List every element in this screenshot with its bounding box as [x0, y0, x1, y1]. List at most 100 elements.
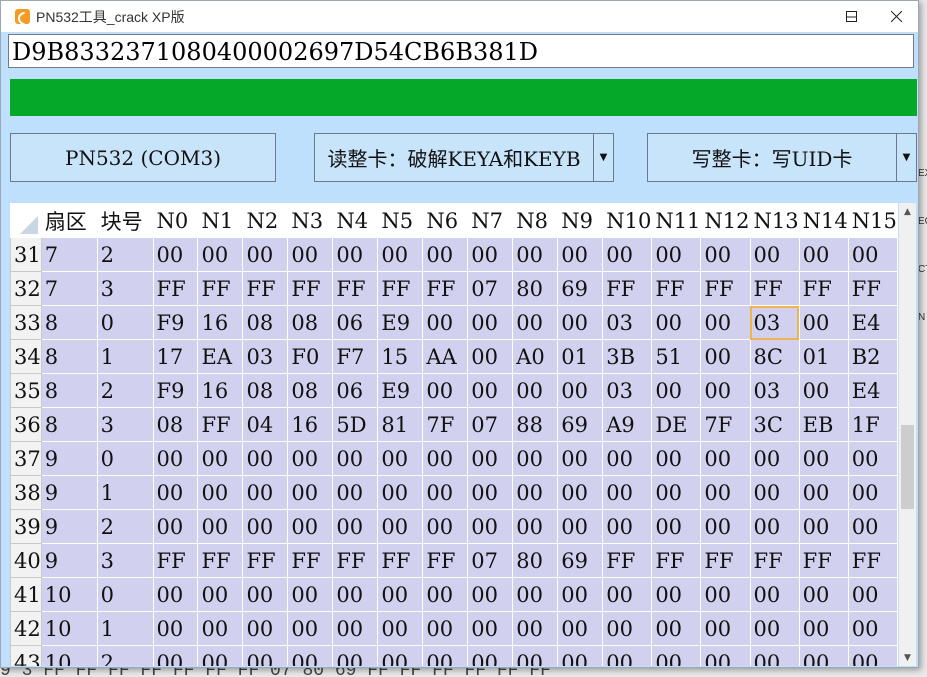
table-cell[interactable]: 7: [40, 271, 98, 306]
table-cell[interactable]: 03: [749, 373, 800, 408]
table-cell[interactable]: 00: [557, 475, 604, 510]
write-mode-select[interactable]: 写整卡：写UID卡 ▼: [647, 133, 917, 182]
table-cell[interactable]: 00: [242, 475, 289, 510]
table-cell[interactable]: 00: [467, 475, 514, 510]
column-header[interactable]: N15: [847, 203, 898, 238]
column-header[interactable]: N4: [332, 203, 379, 238]
table-cell[interactable]: 00: [242, 577, 289, 612]
table-cell[interactable]: 00: [242, 237, 289, 272]
table-cell[interactable]: 00: [467, 305, 514, 340]
table-cell[interactable]: FF: [287, 271, 334, 306]
table-cell[interactable]: 00: [651, 509, 702, 544]
table-cell[interactable]: F9: [152, 305, 199, 340]
table-cell[interactable]: 00: [602, 611, 653, 646]
table-cell[interactable]: 07: [467, 543, 514, 578]
table-cell[interactable]: 08: [287, 305, 334, 340]
read-mode-select[interactable]: 读整卡：破解KEYA和KEYB ▼: [314, 133, 614, 182]
table-cell[interactable]: 0: [96, 577, 154, 612]
table-cell[interactable]: 00: [422, 441, 469, 476]
table-cell[interactable]: 2: [96, 373, 154, 408]
table-cell[interactable]: FF: [651, 543, 702, 578]
column-header[interactable]: 块号: [96, 203, 154, 238]
table-cell[interactable]: 00: [557, 645, 604, 666]
table-cell[interactable]: 00: [847, 475, 898, 510]
row-header[interactable]: 36: [10, 407, 42, 442]
table-cell[interactable]: B2: [847, 339, 898, 374]
table-cell[interactable]: E4: [847, 305, 898, 340]
table-cell[interactable]: 00: [512, 645, 559, 666]
table-cell[interactable]: 00: [651, 305, 702, 340]
table-cell[interactable]: 00: [700, 509, 751, 544]
table-cell[interactable]: 00: [749, 509, 800, 544]
table-cell[interactable]: 00: [512, 611, 559, 646]
table-cell[interactable]: 00: [651, 373, 702, 408]
table-cell[interactable]: 00: [798, 645, 849, 666]
table-cell[interactable]: 10: [40, 611, 98, 646]
chevron-down-icon[interactable]: ▼: [593, 134, 613, 181]
table-cell[interactable]: 00: [847, 237, 898, 272]
table-cell[interactable]: 00: [847, 577, 898, 612]
table-cell[interactable]: 69: [557, 543, 604, 578]
scroll-up-icon[interactable]: ▲: [899, 203, 916, 220]
table-cell[interactable]: 00: [152, 475, 199, 510]
table-cell[interactable]: 08: [242, 305, 289, 340]
table-cell[interactable]: 00: [197, 645, 244, 666]
table-cell[interactable]: 00: [700, 237, 751, 272]
table-cell[interactable]: 00: [467, 441, 514, 476]
table-cell[interactable]: 00: [467, 237, 514, 272]
table-cell[interactable]: 00: [798, 305, 849, 340]
table-cell[interactable]: 00: [422, 475, 469, 510]
table-cell[interactable]: 16: [197, 305, 244, 340]
table-cell[interactable]: 00: [422, 509, 469, 544]
table-cell[interactable]: 00: [197, 577, 244, 612]
table-cell[interactable]: 00: [749, 577, 800, 612]
table-cell[interactable]: E4: [847, 373, 898, 408]
column-header[interactable]: N10: [602, 203, 653, 238]
table-cell[interactable]: 2: [96, 645, 154, 666]
table-cell[interactable]: 3: [96, 407, 154, 442]
column-header[interactable]: N9: [557, 203, 604, 238]
table-cell[interactable]: 00: [422, 237, 469, 272]
column-header[interactable]: N2: [242, 203, 289, 238]
table-cell[interactable]: 1: [96, 475, 154, 510]
table-cell[interactable]: FF: [749, 543, 800, 578]
table-cell[interactable]: 00: [557, 577, 604, 612]
table-cell[interactable]: 00: [152, 611, 199, 646]
table-cell[interactable]: 00: [287, 577, 334, 612]
table-cell[interactable]: 00: [332, 441, 379, 476]
table-cell[interactable]: 80: [512, 271, 559, 306]
table-cell[interactable]: 00: [467, 611, 514, 646]
table-cell[interactable]: 00: [287, 509, 334, 544]
table-cell[interactable]: 00: [798, 237, 849, 272]
table-cell[interactable]: FF: [602, 271, 653, 306]
table-cell[interactable]: 17: [152, 339, 199, 374]
table-cell[interactable]: 00: [749, 441, 800, 476]
table-cell[interactable]: E9: [377, 305, 424, 340]
table-cell[interactable]: A0: [512, 339, 559, 374]
table-cell[interactable]: 00: [749, 611, 800, 646]
uid-input[interactable]: D9B8332371080400002697D54CB6B381D: [8, 34, 914, 68]
row-header[interactable]: 37: [10, 441, 42, 476]
table-cell[interactable]: A9: [602, 407, 653, 442]
table-cell[interactable]: FF: [602, 543, 653, 578]
table-cell[interactable]: 00: [749, 237, 800, 272]
table-cell[interactable]: 00: [242, 645, 289, 666]
data-grid[interactable]: 扇区 块号 N0 N1 N2 N3 N4 N5 N6 N7 N8 N9 N10 N11 N12 N13 N14 N…: [10, 203, 898, 666]
table-cell[interactable]: 00: [287, 237, 334, 272]
table-cell[interactable]: 00: [651, 237, 702, 272]
table-cell[interactable]: FF: [197, 543, 244, 578]
column-header[interactable]: N6: [422, 203, 469, 238]
table-cell[interactable]: 00: [512, 305, 559, 340]
column-header[interactable]: N5: [377, 203, 424, 238]
scroll-down-icon[interactable]: ▼: [899, 649, 916, 666]
table-cell[interactable]: 00: [152, 509, 199, 544]
table-cell[interactable]: 00: [287, 611, 334, 646]
table-cell[interactable]: 3C: [749, 407, 800, 442]
table-cell[interactable]: FF: [700, 543, 751, 578]
table-cell[interactable]: 00: [197, 441, 244, 476]
table-cell[interactable]: 00: [287, 645, 334, 666]
row-header[interactable]: 43: [10, 645, 42, 666]
row-header[interactable]: 32: [10, 271, 42, 306]
table-cell[interactable]: 00: [602, 577, 653, 612]
row-header[interactable]: 41: [10, 577, 42, 612]
